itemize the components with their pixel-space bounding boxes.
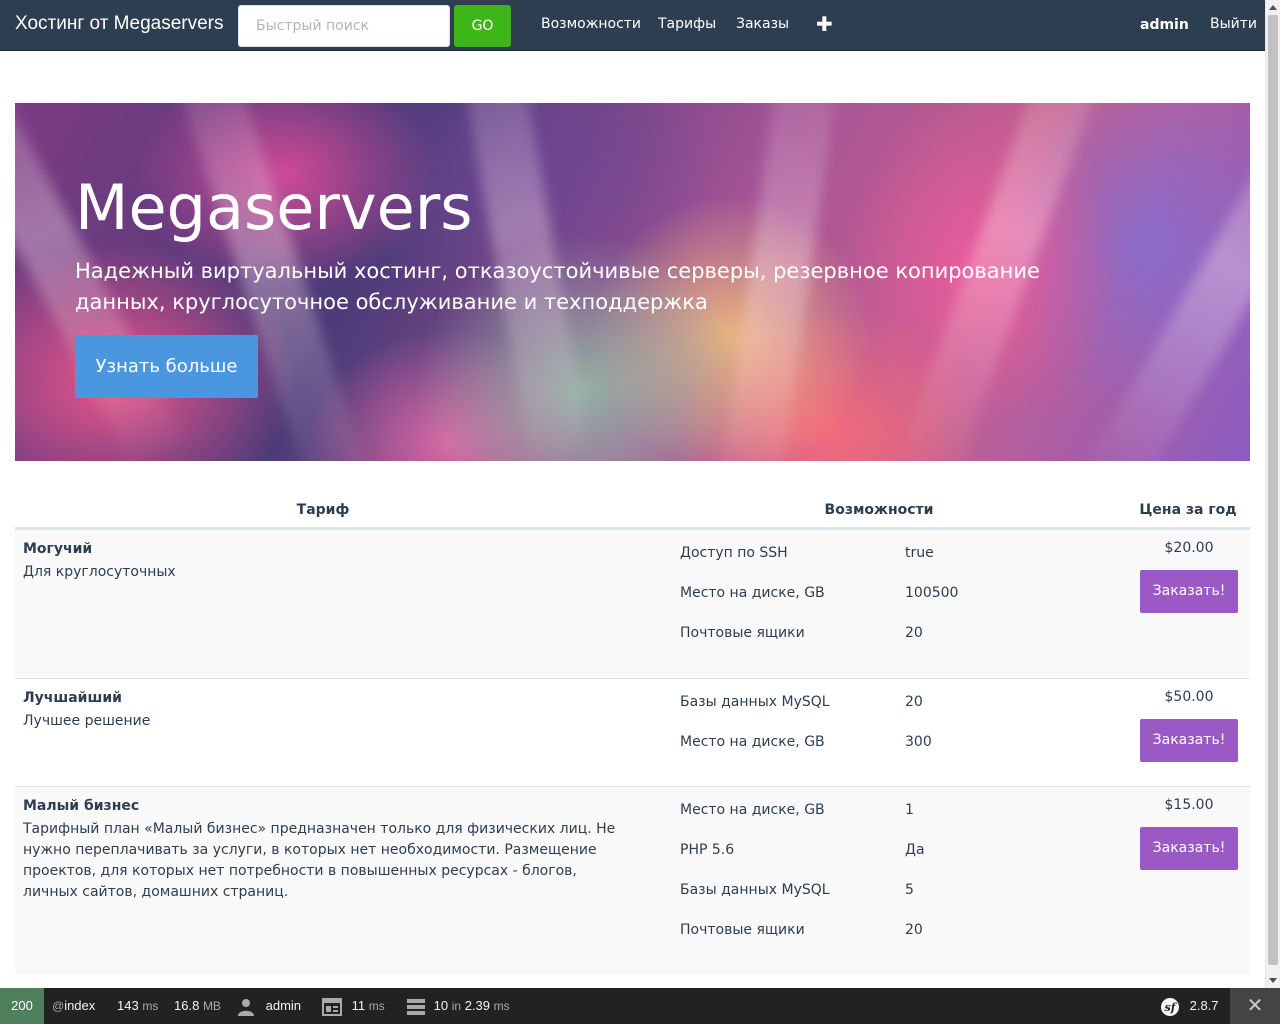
toolbar-user[interactable]: admin xyxy=(238,988,301,1024)
user-icon xyxy=(238,998,254,1016)
feature-value: Да xyxy=(905,842,925,858)
scroll-down-arrow-icon[interactable] xyxy=(1269,978,1277,983)
feature-value: 20 xyxy=(905,922,923,938)
column-header-price: Цена за год xyxy=(1139,502,1237,518)
feature-name: Место на диске, GB xyxy=(680,734,825,750)
scroll-up-arrow-icon[interactable] xyxy=(1269,5,1277,10)
navbar: Хостинг от Megaservers GO Возможности Та… xyxy=(0,0,1265,51)
plus-icon[interactable]: ✚ xyxy=(816,11,833,37)
symfony-logo-icon: sf xyxy=(1161,997,1179,1016)
render-time-unit: ms xyxy=(368,999,385,1013)
plan-description: Для круглосуточных xyxy=(23,564,176,580)
plan-description: Лучшее решение xyxy=(23,713,151,729)
order-button[interactable]: Заказать! xyxy=(1140,570,1238,613)
feature-name: Почтовые ящики xyxy=(680,625,805,641)
render-time[interactable]: 11 ms xyxy=(322,988,385,1024)
debug-toolbar: 200 @index 143 ms 16.8 MB admin 11 ms 10… xyxy=(0,988,1280,1024)
brand-link[interactable]: Хостинг от Megaservers xyxy=(15,13,224,35)
route-prefix: @ xyxy=(52,999,65,1013)
plan-name: Малый бизнес xyxy=(23,798,140,814)
symfony-version[interactable]: sf 2.8.7 xyxy=(1160,988,1219,1024)
plan-price: $15.00 xyxy=(1164,797,1214,813)
route-name: index xyxy=(64,998,96,1013)
template-icon xyxy=(322,997,342,1016)
status-code-badge[interactable]: 200 xyxy=(0,988,44,1024)
route-indicator[interactable]: @index xyxy=(52,988,95,1024)
toolbar-user-name: admin xyxy=(265,998,302,1013)
feature-name: Место на диске, GB xyxy=(680,585,825,601)
hero-text: Надежный виртуальный хостинг, отказоусто… xyxy=(75,259,1040,314)
order-button[interactable]: Заказать! xyxy=(1140,827,1238,870)
plan-name: Лучшайший xyxy=(23,690,122,706)
feature-value: 300 xyxy=(905,734,932,750)
feature-name: Базы данных MySQL xyxy=(680,694,830,710)
close-icon[interactable]: ✕ xyxy=(1230,988,1280,1024)
memory-usage[interactable]: 16.8 MB xyxy=(174,988,221,1024)
feature-name: Почтовые ящики xyxy=(680,922,805,938)
db-time-unit: ms xyxy=(493,999,510,1013)
nav-user[interactable]: admin xyxy=(1140,17,1189,33)
hero-title: Megaservers xyxy=(75,171,473,244)
hero-light-streak xyxy=(1079,103,1250,461)
db-in-label: in xyxy=(451,999,462,1013)
order-button[interactable]: Заказать! xyxy=(1140,719,1238,762)
db-time-value: 2.39 xyxy=(464,998,490,1013)
feature-value: true xyxy=(905,545,934,561)
request-time[interactable]: 143 ms xyxy=(117,988,158,1024)
plan-name: Могучий xyxy=(23,541,93,557)
table-row: Малый бизнес Тарифный план «Малый бизнес… xyxy=(15,786,1250,974)
feature-value: 5 xyxy=(905,882,914,898)
memory-unit: MB xyxy=(202,999,221,1013)
column-header-tariff: Тариф xyxy=(296,502,350,518)
learn-more-button[interactable]: Узнать больше xyxy=(75,335,258,398)
logout-link[interactable]: Выйти xyxy=(1210,16,1257,32)
hero-banner: Megaservers Надежный виртуальный хостинг… xyxy=(15,103,1250,461)
database-icon xyxy=(407,998,425,1015)
plan-price: $50.00 xyxy=(1164,689,1214,705)
feature-name: Место на диске, GB xyxy=(680,802,825,818)
plan-price: $20.00 xyxy=(1164,540,1214,556)
version-value: 2.8.7 xyxy=(1189,998,1219,1013)
tariffs-table: Тариф Возможности Цена за год Могучий Дл… xyxy=(15,490,1250,974)
feature-value: 100500 xyxy=(905,585,959,601)
nav-link-tariffs[interactable]: Тарифы xyxy=(658,16,716,32)
nav-link-orders[interactable]: Заказы xyxy=(736,16,789,32)
search-input[interactable] xyxy=(238,5,450,47)
table-row: Могучий Для круглосуточных Доступ по SSH… xyxy=(15,529,1250,678)
database-queries[interactable]: 10 in 2.39 ms xyxy=(406,988,510,1024)
memory-value: 16.8 xyxy=(174,998,200,1013)
plan-description: Тарифный план «Малый бизнес» предназначе… xyxy=(23,821,616,900)
request-time-value: 143 xyxy=(117,998,139,1013)
vertical-scrollbar[interactable] xyxy=(1265,0,1280,988)
column-header-features: Возможности xyxy=(824,502,934,518)
request-time-unit: ms xyxy=(142,999,159,1013)
feature-name: Базы данных MySQL xyxy=(680,882,830,898)
search-go-button[interactable]: GO xyxy=(454,5,511,47)
nav-link-features[interactable]: Возможности xyxy=(541,16,641,32)
scrollbar-thumb[interactable] xyxy=(1268,15,1278,965)
render-time-value: 11 xyxy=(351,998,366,1013)
feature-name: PHP 5.6 xyxy=(680,842,735,858)
feature-value: 20 xyxy=(905,625,923,641)
feature-value: 1 xyxy=(905,802,914,818)
feature-name: Доступ по SSH xyxy=(680,545,788,561)
table-header: Тариф Возможности Цена за год xyxy=(15,490,1250,529)
feature-value: 20 xyxy=(905,694,923,710)
db-query-count: 10 xyxy=(433,998,449,1013)
table-row: Лучшайший Лучшее решение Базы данных MyS… xyxy=(15,678,1250,786)
